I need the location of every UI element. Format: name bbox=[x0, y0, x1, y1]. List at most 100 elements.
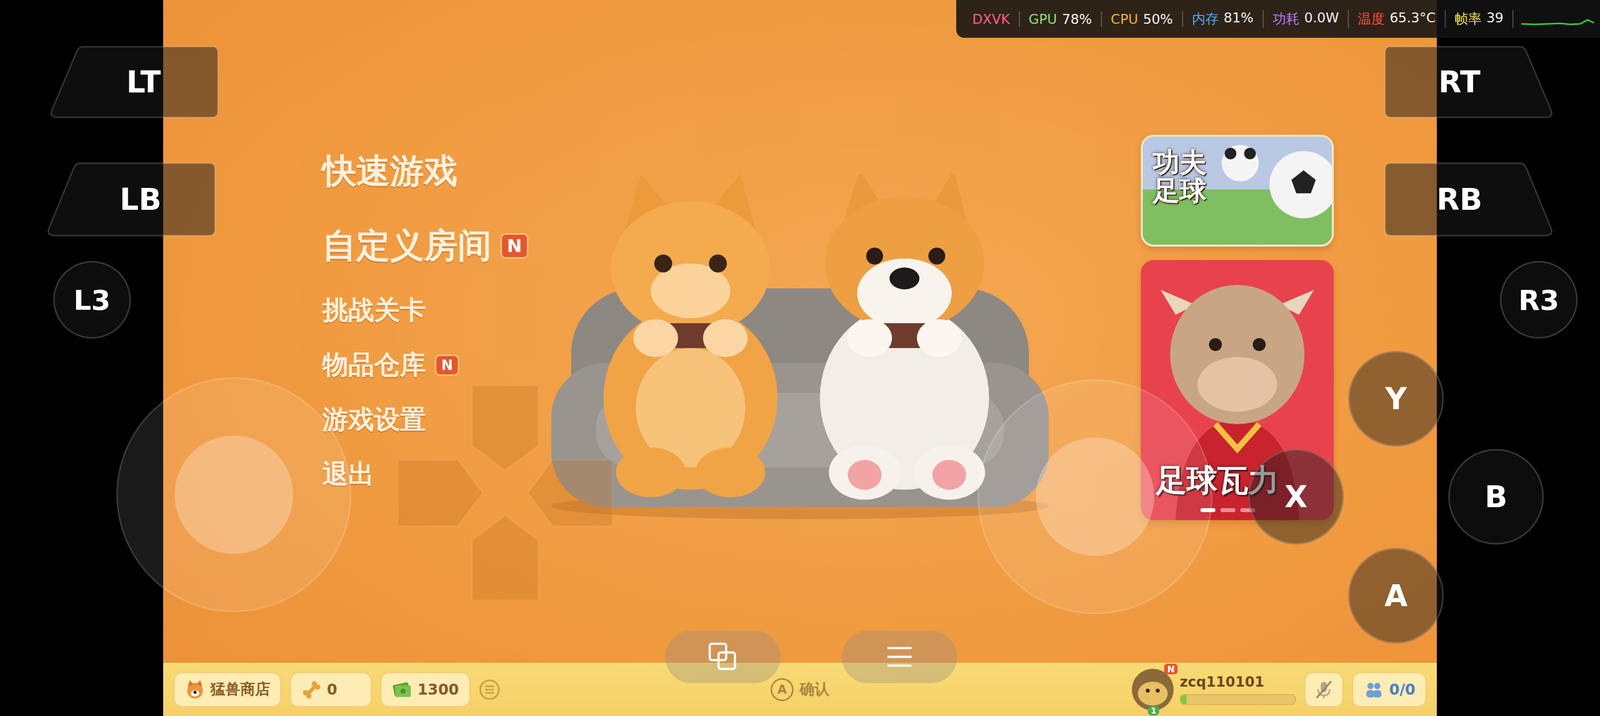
hud-label: 功耗 bbox=[1272, 9, 1300, 28]
menu-button[interactable] bbox=[841, 630, 958, 684]
main-area: 快速游戏自定义房间 N 挑战关卡物品仓库 N 游戏设置退出 功夫足球足球瓦力 bbox=[163, 0, 1437, 664]
shop-button[interactable]: 猛兽商店 bbox=[173, 672, 282, 708]
shop-label: 猛兽商店 bbox=[210, 679, 271, 700]
hud-stat: CPU50% bbox=[1101, 11, 1184, 27]
right-stick-click-button[interactable]: R3 bbox=[1500, 261, 1578, 339]
banner-footer: 足球瓦力 bbox=[1155, 459, 1334, 513]
left-joystick[interactable] bbox=[116, 377, 352, 613]
hud-stat: DXVK bbox=[963, 11, 1020, 27]
team-counter[interactable]: 0/0 bbox=[1351, 672, 1427, 708]
windows-icon bbox=[706, 640, 740, 674]
b-button[interactable]: B bbox=[1448, 449, 1544, 545]
menu-item[interactable]: 快速游戏 bbox=[322, 133, 542, 209]
new-badge: N bbox=[1164, 664, 1178, 675]
main-menu: 快速游戏自定义房间 N 挑战关卡物品仓库 N 游戏设置退出 bbox=[322, 0, 542, 664]
window-switch-button[interactable] bbox=[665, 630, 781, 684]
new-badge: N bbox=[434, 354, 460, 377]
hero-scene bbox=[541, 0, 1059, 664]
right-joystick[interactable] bbox=[977, 379, 1213, 615]
performance-overlay: DXVKGPU78%CPU50%内存81%功耗0.0W温度65.3°C帧率39 bbox=[956, 0, 1600, 38]
hud-value: 39 bbox=[1486, 9, 1504, 28]
frame-graph-icon bbox=[1520, 8, 1596, 29]
event-banner[interactable]: 足球瓦力 bbox=[1140, 260, 1334, 521]
hud-label: 温度 bbox=[1357, 9, 1385, 28]
a-button[interactable]: A bbox=[1348, 548, 1444, 644]
player-info: zcq110101 bbox=[1179, 674, 1297, 706]
currency-counter[interactable]: 0 bbox=[289, 672, 373, 708]
banner-pager bbox=[1155, 508, 1334, 513]
hud-value: 50% bbox=[1142, 11, 1173, 27]
pager-dot[interactable] bbox=[1220, 508, 1236, 513]
bumper-shape-icon bbox=[43, 160, 218, 239]
hud-stat: 功耗0.0W bbox=[1263, 9, 1350, 28]
currency-value: 1300 bbox=[417, 681, 460, 699]
left-stick-click-button[interactable]: L3 bbox=[53, 261, 131, 339]
left-trigger-button[interactable]: LT bbox=[46, 43, 221, 121]
menu-item[interactable]: 游戏设置 bbox=[322, 392, 542, 448]
bottom-bar: 猛兽商店 0 1300 A确认 N1zcq110101 0/0 bbox=[163, 663, 1437, 716]
trigger-shape-icon bbox=[46, 43, 221, 121]
banner-title: 功夫足球 bbox=[1152, 148, 1209, 205]
menu-item[interactable]: 物品仓库 N bbox=[322, 337, 542, 393]
bar-left: 猛兽商店 0 1300 bbox=[173, 672, 771, 708]
bumper-shape-icon bbox=[1382, 160, 1557, 239]
pager-dot[interactable] bbox=[1240, 508, 1256, 513]
pager-dot[interactable] bbox=[1200, 508, 1216, 513]
cat-dog-sofa-icon bbox=[541, 174, 1059, 523]
joystick-knob[interactable] bbox=[1035, 437, 1155, 557]
new-badge: N bbox=[500, 233, 529, 259]
hud-value: 0.0W bbox=[1304, 9, 1340, 28]
menu-label: 退出 bbox=[322, 457, 375, 493]
right-letterbox bbox=[1436, 0, 1600, 716]
banner-title: 足球瓦力 bbox=[1155, 459, 1334, 502]
avatar-icon bbox=[1130, 668, 1175, 712]
hud-label: CPU bbox=[1110, 11, 1139, 27]
hud-label: GPU bbox=[1028, 11, 1058, 27]
xp-bar bbox=[1179, 694, 1297, 706]
cash-icon bbox=[391, 679, 413, 701]
menu-label: 自定义房间 bbox=[322, 223, 492, 269]
menu-item[interactable]: 退出 bbox=[322, 447, 542, 502]
bar-right: N1zcq110101 0/0 bbox=[829, 668, 1427, 712]
right-bumper-button[interactable]: RB bbox=[1382, 160, 1557, 239]
hud-value: 78% bbox=[1062, 11, 1093, 27]
left-bumper-button[interactable]: LB bbox=[43, 160, 218, 239]
currency-value: 0 bbox=[326, 681, 338, 699]
hud-label: 内存 bbox=[1192, 9, 1219, 28]
menu-item[interactable]: 挑战关卡 bbox=[322, 283, 542, 338]
game-view: 快速游戏自定义房间 N 挑战关卡物品仓库 N 游戏设置退出 功夫足球足球瓦力猛兽商店 0 13… bbox=[163, 0, 1437, 716]
hint-key: A bbox=[770, 678, 794, 702]
button-label: LT bbox=[126, 64, 161, 100]
xp-fill bbox=[1180, 695, 1187, 705]
virtual-gamepad: LTLBRTRBL3R3YBXA bbox=[0, 0, 1600, 716]
button-label: RB bbox=[1436, 182, 1483, 217]
left-letterbox bbox=[0, 0, 164, 716]
dpad-icon[interactable] bbox=[398, 386, 613, 601]
menu-label: 游戏设置 bbox=[322, 402, 426, 438]
menu-item[interactable]: 自定义房间 N bbox=[322, 208, 542, 284]
hud-value: 81% bbox=[1223, 9, 1254, 28]
event-banner[interactable]: 功夫足球 bbox=[1140, 134, 1334, 247]
button-label: LB bbox=[119, 182, 162, 217]
hint-label: 确认 bbox=[799, 679, 830, 700]
player-name: zcq110101 bbox=[1179, 674, 1297, 691]
team-icon bbox=[1363, 679, 1385, 701]
button-label: RT bbox=[1438, 64, 1481, 100]
x-button[interactable]: X bbox=[1248, 449, 1344, 545]
list-icon[interactable] bbox=[478, 679, 501, 701]
player-avatar: N1 bbox=[1130, 668, 1175, 712]
currency-counter[interactable]: 1300 bbox=[380, 672, 471, 708]
hamburger-icon bbox=[883, 640, 916, 674]
y-button[interactable]: Y bbox=[1348, 351, 1444, 447]
mic-button[interactable] bbox=[1303, 672, 1344, 708]
menu-label: 物品仓库 bbox=[322, 347, 426, 383]
hud-stat: 帧率39 bbox=[1445, 9, 1514, 28]
mic-icon bbox=[1313, 679, 1335, 701]
hud-label: DXVK bbox=[972, 11, 1010, 27]
dog-face-icon bbox=[184, 679, 206, 701]
player-card[interactable]: N1zcq110101 bbox=[1130, 668, 1297, 712]
banner-column: 功夫足球足球瓦力 bbox=[1140, 0, 1334, 664]
menu-label: 挑战关卡 bbox=[322, 293, 426, 328]
right-trigger-button[interactable]: RT bbox=[1382, 43, 1557, 121]
joystick-knob[interactable] bbox=[174, 435, 294, 555]
